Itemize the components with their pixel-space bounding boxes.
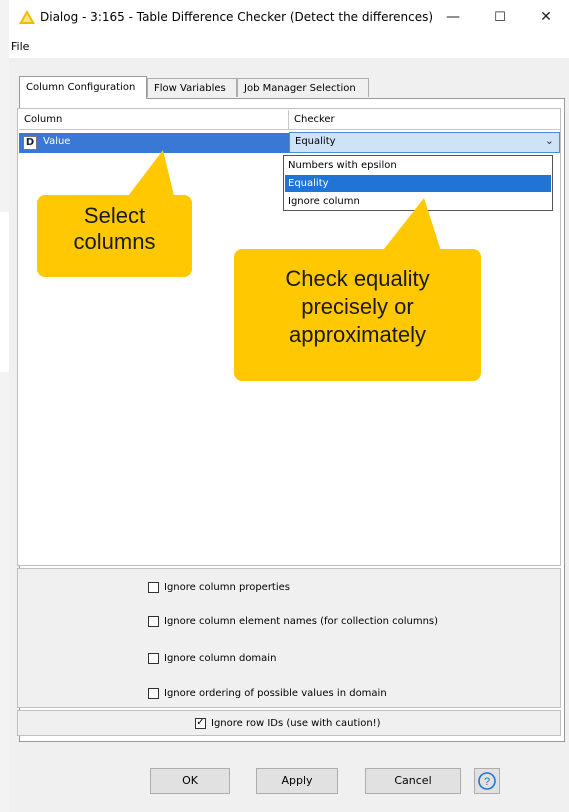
checkbox[interactable] <box>148 687 159 699</box>
checkbox-label: Ignore ordering of possible values in do… <box>164 687 387 699</box>
callout-pointer-check <box>380 198 442 254</box>
help-button[interactable]: ? <box>474 768 500 794</box>
callout-text-line: precisely or <box>301 294 414 319</box>
checkbox-label: Ignore column domain <box>164 652 277 664</box>
help-icon: ? <box>478 772 496 790</box>
row-ids-panel: ✓ Ignore row IDs (use with caution!) <box>17 710 561 736</box>
callout-check-equality: Check equality precisely or approximatel… <box>234 249 481 381</box>
callout-text-line: approximately <box>289 322 426 347</box>
checkbox-label: Ignore column element names (for collect… <box>164 615 439 627</box>
tab-column-configuration[interactable]: Column Configuration <box>19 76 147 99</box>
callout-text-line: Check equality <box>285 266 430 291</box>
checkbox-ignore-column-domain[interactable]: Ignore column domain <box>148 650 276 666</box>
checkbox[interactable] <box>148 581 159 593</box>
ok-button[interactable]: OK <box>150 768 230 794</box>
cancel-button[interactable]: Cancel <box>365 768 461 794</box>
checkbox-ignore-column-properties[interactable]: Ignore column properties <box>148 579 290 595</box>
svg-text:?: ? <box>484 776 490 788</box>
checkbox-ignore-row-ids[interactable]: ✓ Ignore row IDs (use with caution!) <box>195 715 381 731</box>
checkbox[interactable] <box>148 652 159 664</box>
callout-select-columns: Select columns <box>37 195 192 277</box>
ignore-options-panel: Ignore column properties Ignore column e… <box>17 568 561 708</box>
checkmark-icon[interactable]: ✓ <box>195 717 206 729</box>
checkbox[interactable] <box>148 615 159 627</box>
checkbox-ignore-ordering[interactable]: Ignore ordering of possible values in do… <box>148 685 387 701</box>
checkbox-label: Ignore row IDs (use with caution!) <box>211 717 381 729</box>
callout-text-line: columns <box>73 229 156 254</box>
apply-button[interactable]: Apply <box>256 768 338 794</box>
callout-pointer-select <box>125 150 175 200</box>
checkbox-ignore-element-names[interactable]: Ignore column element names (for collect… <box>148 613 438 629</box>
callout-text-line: Select <box>83 203 146 228</box>
checkbox-label: Ignore column properties <box>164 581 290 593</box>
